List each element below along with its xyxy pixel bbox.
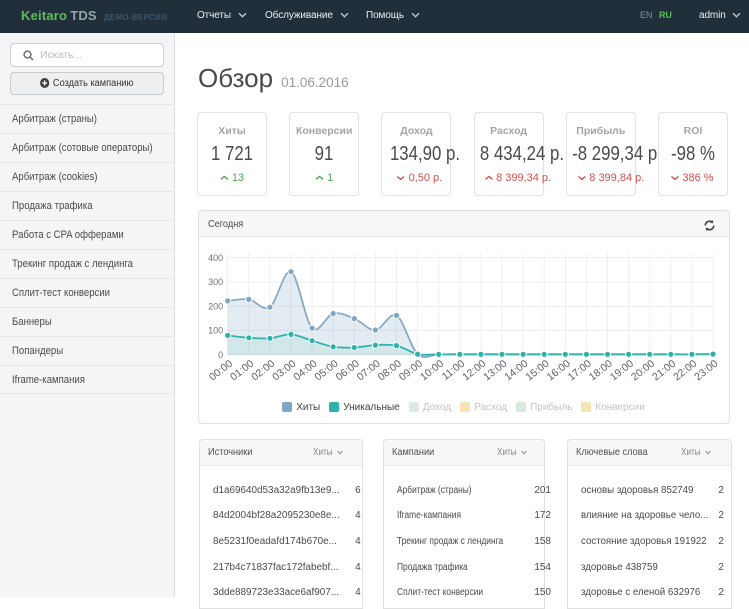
svg-text:0: 0 [218, 350, 223, 360]
svg-text:400: 400 [208, 253, 223, 263]
svg-text:23:00: 23:00 [692, 358, 720, 384]
svg-text:100: 100 [208, 326, 223, 336]
svg-text:300: 300 [208, 277, 223, 287]
svg-text:200: 200 [208, 301, 223, 311]
